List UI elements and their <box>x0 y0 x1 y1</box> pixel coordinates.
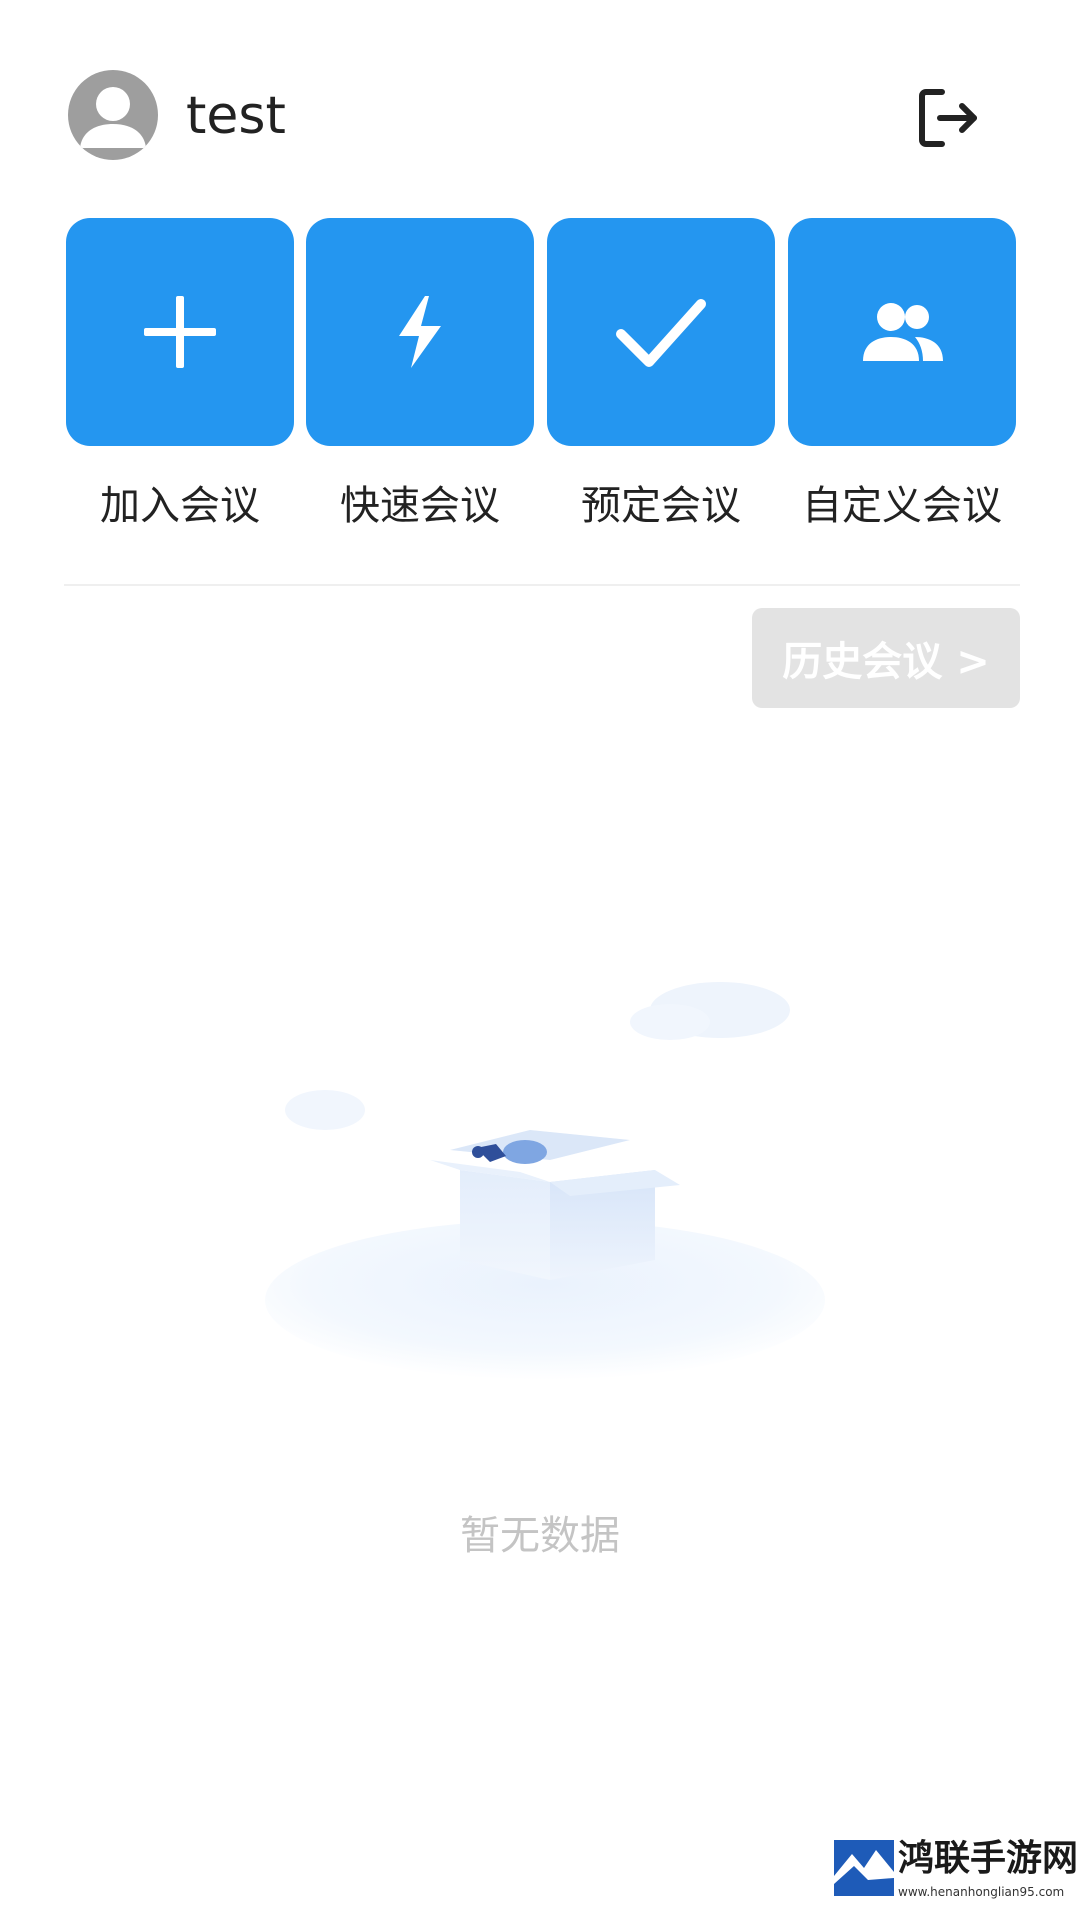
watermark-title: 鸿联手游网 <box>898 1837 1079 1879</box>
custom-meeting-label: 自定义会议 <box>802 483 1002 529</box>
watermark: 鸿联手游网 www.henanhonglian95.com <box>834 1836 1078 1916</box>
custom-meeting-button[interactable]: 自定义会议 <box>788 218 1016 538</box>
custom-meeting-tile[interactable] <box>788 218 1016 446</box>
username: test <box>186 86 286 146</box>
watermark-url: www.henanhonglian95.com <box>898 1885 1065 1899</box>
quick-meeting-tile[interactable] <box>306 218 534 446</box>
plus-icon <box>144 296 216 368</box>
watermark-logo-icon <box>834 1840 894 1896</box>
schedule-meeting-button[interactable]: 预定会议 <box>547 218 775 538</box>
history-meetings-button[interactable]: 历史会议 > <box>752 608 1020 708</box>
join-meeting-label: 加入会议 <box>100 483 260 529</box>
meeting-actions: 加入会议 快速会议 预定会议 自定义会议 <box>66 218 1016 538</box>
avatar[interactable] <box>68 70 158 160</box>
lightning-icon <box>399 296 441 368</box>
logout-icon <box>919 89 977 147</box>
quick-meeting-button[interactable]: 快速会议 <box>306 218 534 538</box>
divider <box>64 584 1020 586</box>
schedule-meeting-tile[interactable] <box>547 218 775 446</box>
checkmark-icon <box>616 299 706 367</box>
people-icon <box>863 303 943 361</box>
empty-box-illustration <box>250 960 840 1380</box>
user-silhouette-icon <box>80 87 146 148</box>
join-meeting-button[interactable]: 加入会议 <box>66 218 294 538</box>
join-meeting-tile[interactable] <box>66 218 294 446</box>
logout-button[interactable] <box>912 82 984 154</box>
schedule-meeting-label: 预定会议 <box>581 483 741 529</box>
empty-box-illustration-art <box>265 982 825 1380</box>
top-bar: test <box>0 0 1080 200</box>
empty-state-text: 暂无数据 <box>460 1513 620 1559</box>
quick-meeting-label: 快速会议 <box>340 483 500 529</box>
